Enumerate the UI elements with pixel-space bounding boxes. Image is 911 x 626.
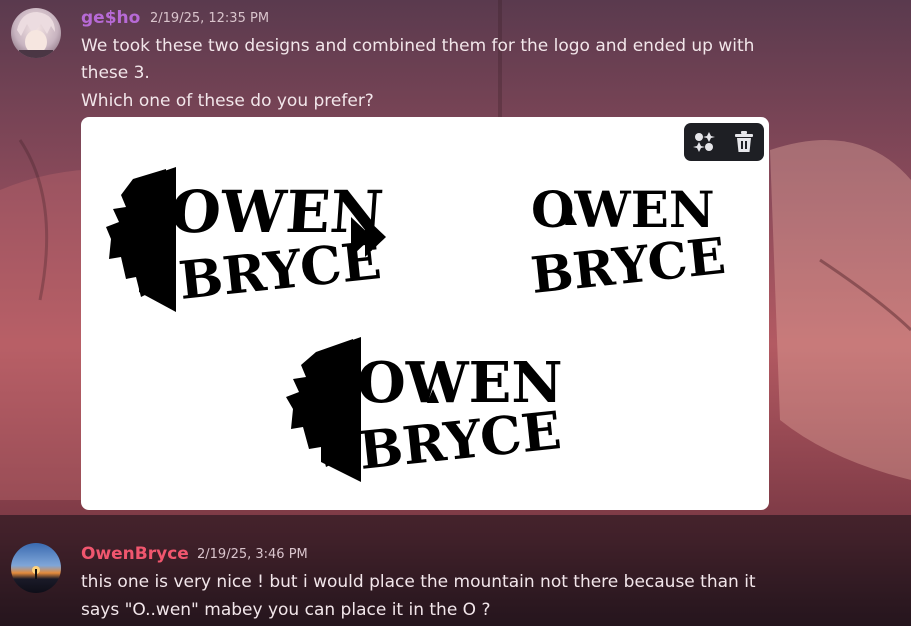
logo-variant-1: OWEN BRYCE: [106, 167, 386, 312]
timestamp: 2/19/25, 3:46 PM: [197, 547, 308, 562]
trash-icon[interactable]: [729, 127, 759, 157]
image-attachment[interactable]: OWEN BRYCE OWEN BRYCE OWEN BRYCE: [81, 117, 769, 510]
message-1: ge$ho 2/19/25, 12:35 PM We took these tw…: [0, 0, 911, 515]
avatar[interactable]: [11, 8, 61, 58]
avatar[interactable]: [11, 543, 61, 593]
timestamp: 2/19/25, 12:35 PM: [150, 11, 270, 26]
logo-variant-3: OWEN BRYCE: [286, 337, 564, 482]
author-name[interactable]: ge$ho: [81, 8, 140, 28]
message-text: Which one of these do you prefer?: [81, 91, 374, 111]
author-name[interactable]: OwenBryce: [81, 544, 189, 564]
message-text: these 3.: [81, 63, 150, 83]
message-text: says "O..wen" mabey you can place it in …: [81, 600, 491, 620]
message-text: this one is very nice ! but i would plac…: [81, 572, 756, 592]
attachment-toolbar: [684, 123, 764, 161]
logo-variant-2: OWEN BRYCE: [528, 180, 728, 305]
message-text: We took these two designs and combined t…: [81, 36, 755, 56]
sparkle-edit-icon[interactable]: [689, 127, 719, 157]
